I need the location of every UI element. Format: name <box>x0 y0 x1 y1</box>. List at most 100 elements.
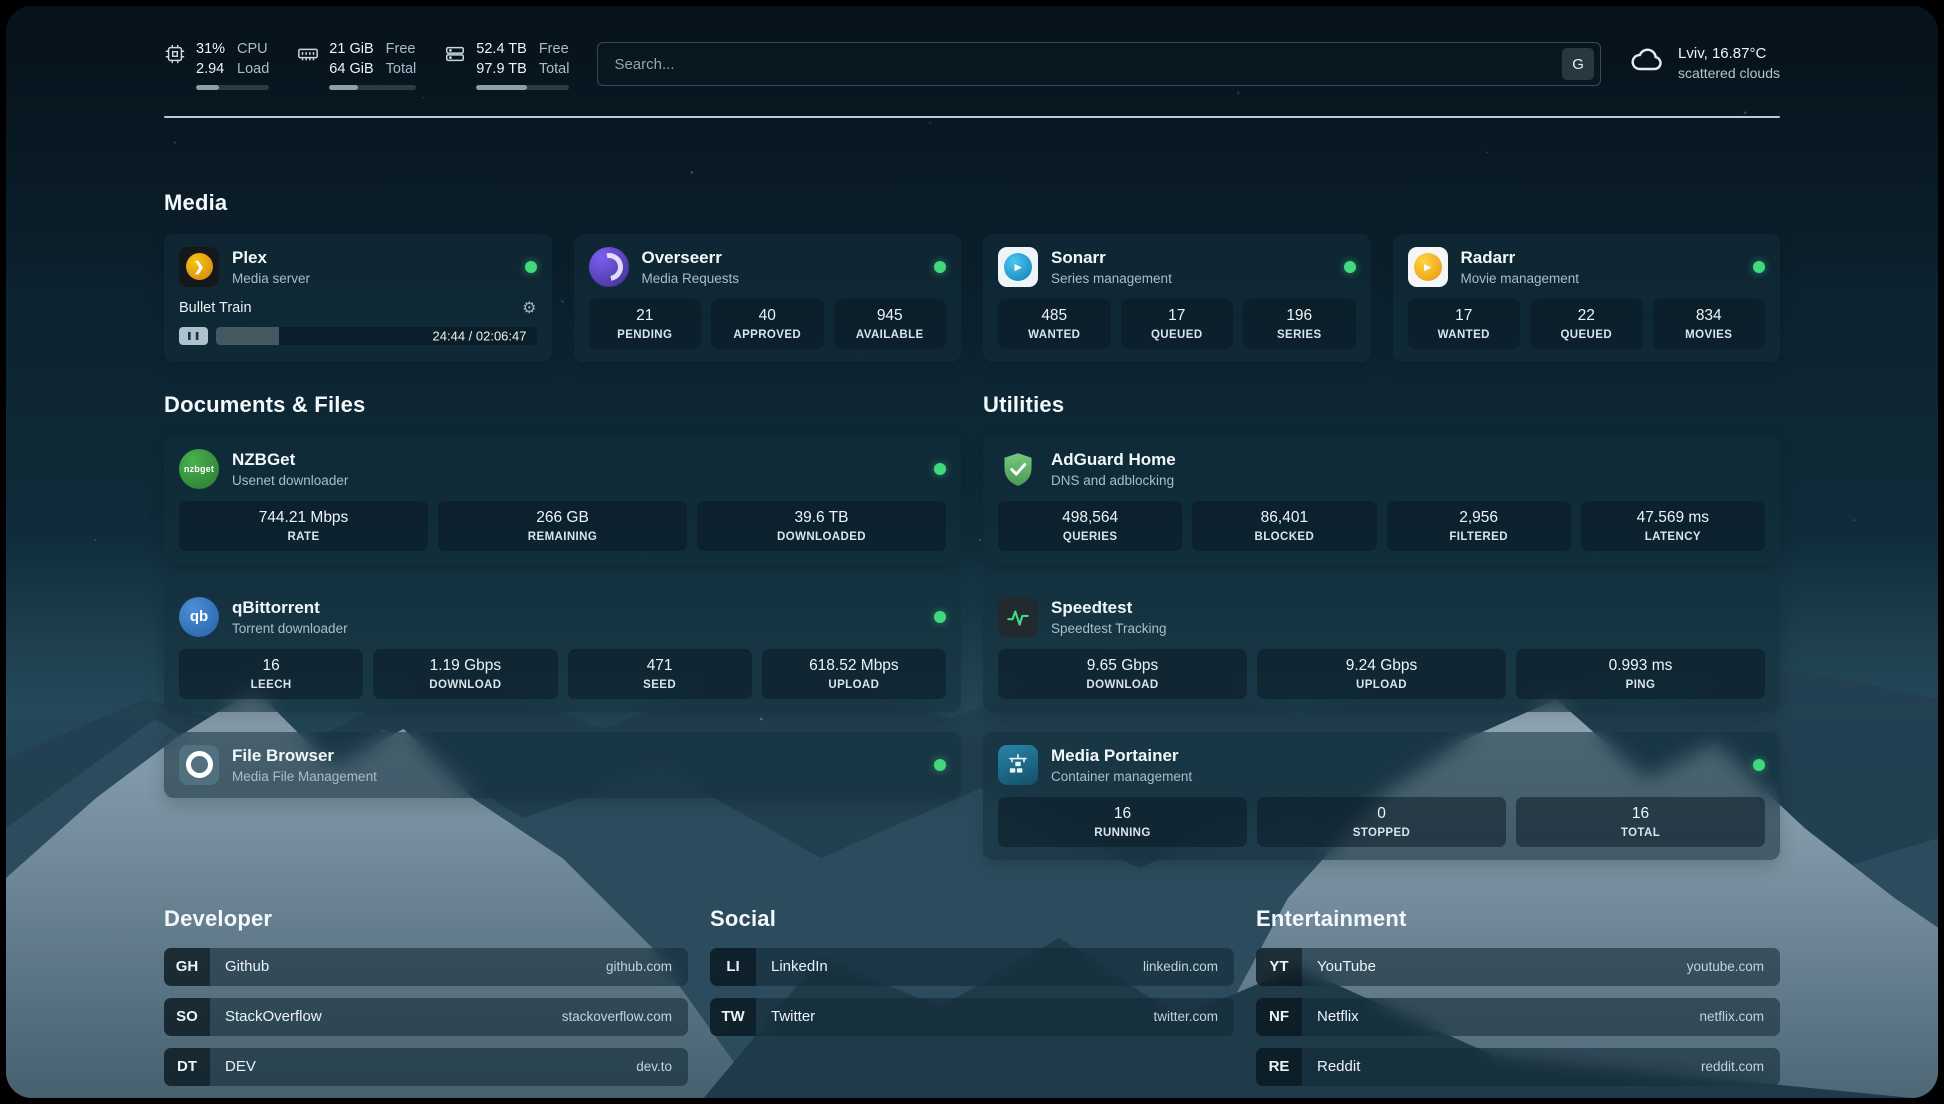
now-playing-title: Bullet Train <box>179 300 252 316</box>
stat-wanted: 17 WANTED <box>1408 299 1521 349</box>
bookmark-abbr: YT <box>1256 948 1302 986</box>
service-name: Speedtest <box>1051 598 1167 618</box>
disk-icon <box>444 43 466 70</box>
bookmark-netflix[interactable]: NF Netflix netflix.com <box>1256 998 1780 1036</box>
service-name: NZBGet <box>232 450 348 470</box>
service-card-plex[interactable]: ❯ Plex Media server Bullet Train ⚙ ❚❚ <box>164 234 552 362</box>
entertainment-column: Entertainment YT YouTube youtube.com NF … <box>1256 906 1780 1086</box>
bookmark-name: Reddit <box>1317 1058 1360 1075</box>
memory-icon <box>297 43 319 70</box>
service-card-speedtest[interactable]: Speedtest Speedtest Tracking 9.65 Gbps D… <box>983 584 1780 712</box>
stat-rate: 744.21 Mbps RATE <box>179 501 428 551</box>
service-card-portainer[interactable]: Media Portainer Container management 16 … <box>983 732 1780 860</box>
service-subtitle: Media File Management <box>232 769 377 784</box>
service-card-filebrowser[interactable]: File Browser Media File Management <box>164 732 961 798</box>
bookmark-youtube[interactable]: YT YouTube youtube.com <box>1256 948 1780 986</box>
service-card-adguard[interactable]: AdGuard Home DNS and adblocking 498,564 … <box>983 436 1780 564</box>
cpu-usage-value: 31% <box>196 40 225 59</box>
service-name: Overseerr <box>642 248 740 268</box>
dashboard-screen: 31% CPU 2.94 Load <box>6 6 1938 1098</box>
bookmark-url: twitter.com <box>1153 1009 1218 1024</box>
service-card-overseerr[interactable]: Overseerr Media Requests 21 PENDING 40 A… <box>574 234 962 362</box>
section-title-documents: Documents & Files <box>164 392 961 418</box>
stat-seed: 471 SEED <box>568 649 752 699</box>
bookmark-stackoverflow[interactable]: SO StackOverflow stackoverflow.com <box>164 998 688 1036</box>
service-card-qbittorrent[interactable]: qb qBittorrent Torrent downloader 16 <box>164 584 961 712</box>
stat-total: 16 TOTAL <box>1516 797 1765 847</box>
adguard-icon <box>998 449 1038 489</box>
service-subtitle: Container management <box>1051 769 1192 784</box>
bookmark-url: reddit.com <box>1701 1059 1764 1074</box>
service-subtitle: Speedtest Tracking <box>1051 621 1167 636</box>
filebrowser-icon <box>179 745 219 785</box>
service-subtitle: Torrent downloader <box>232 621 348 636</box>
stat-approved: 40 APPROVED <box>711 299 824 349</box>
service-name: Plex <box>232 248 310 268</box>
status-dot <box>1753 261 1765 273</box>
service-name: File Browser <box>232 746 377 766</box>
portainer-icon <box>998 745 1038 785</box>
service-name: qBittorrent <box>232 598 348 618</box>
documents-column: Documents & Files nzbget NZBGet Usenet d… <box>164 392 961 860</box>
service-name: Media Portainer <box>1051 746 1192 766</box>
stat-upload: 618.52 Mbps UPLOAD <box>762 649 946 699</box>
service-subtitle: Movie management <box>1461 271 1580 286</box>
status-dot <box>934 611 946 623</box>
search-provider-button[interactable]: G <box>1562 48 1594 80</box>
bookmark-name: Github <box>225 958 269 975</box>
service-card-nzbget[interactable]: nzbget NZBGet Usenet downloader 744.21 M… <box>164 436 961 564</box>
status-dot <box>934 759 946 771</box>
pause-button[interactable]: ❚❚ <box>179 327 208 345</box>
cpu-load-label: Load <box>237 60 269 79</box>
search-input[interactable] <box>612 55 1562 74</box>
weather-condition: scattered clouds <box>1678 65 1780 81</box>
service-card-radarr[interactable]: ▸ Radarr Movie management 17 WANTED 22 <box>1393 234 1781 362</box>
stat-download: 1.19 Gbps DOWNLOAD <box>373 649 557 699</box>
stat-running: 16 RUNNING <box>998 797 1247 847</box>
gear-icon[interactable]: ⚙ <box>522 298 536 318</box>
sonarr-icon: ▸ <box>998 247 1038 287</box>
bookmark-abbr: RE <box>1256 1048 1302 1086</box>
service-card-sonarr[interactable]: ▸ Sonarr Series management 485 WANTED 17 <box>983 234 1371 362</box>
stat-ping: 0.993 ms PING <box>1516 649 1765 699</box>
cloud-icon <box>1629 42 1665 83</box>
stat-download: 9.65 Gbps DOWNLOAD <box>998 649 1247 699</box>
cpu-label: CPU <box>237 40 269 59</box>
section-title-entertainment: Entertainment <box>1256 906 1780 932</box>
weather-widget: Lviv, 16.87°C scattered clouds <box>1629 42 1780 83</box>
weather-location: Lviv, 16.87°C <box>1678 45 1780 62</box>
cpu-progress-bar <box>196 85 269 90</box>
status-dot <box>1753 759 1765 771</box>
radarr-icon: ▸ <box>1408 247 1448 287</box>
bookmark-github[interactable]: GH Github github.com <box>164 948 688 986</box>
stat-leech: 16 LEECH <box>179 649 363 699</box>
developer-column: Developer GH Github github.com SO StackO… <box>164 906 688 1086</box>
stat-series: 196 SERIES <box>1243 299 1356 349</box>
stat-latency: 47.569 ms LATENCY <box>1581 501 1765 551</box>
bookmark-name: LinkedIn <box>771 958 828 975</box>
status-dot <box>934 261 946 273</box>
disk-total-value: 97.9 TB <box>476 60 527 79</box>
bookmark-name: YouTube <box>1317 958 1376 975</box>
playback-progress-bar[interactable]: 24:44 / 02:06:47 <box>216 327 536 345</box>
bookmark-linkedin[interactable]: LI LinkedIn linkedin.com <box>710 948 1234 986</box>
bookmark-twitter[interactable]: TW Twitter twitter.com <box>710 998 1234 1036</box>
bookmark-url: github.com <box>606 959 672 974</box>
stat-filtered: 2,956 FILTERED <box>1387 501 1571 551</box>
memory-free-label: Free <box>386 40 417 59</box>
speedtest-icon <box>998 597 1038 637</box>
disk-free-value: 52.4 TB <box>476 40 527 59</box>
section-title-social: Social <box>710 906 1234 932</box>
memory-total-value: 64 GiB <box>329 60 373 79</box>
memory-widget: 21 GiB Free 64 GiB Total <box>297 40 416 90</box>
qbittorrent-icon: qb <box>179 597 219 637</box>
bookmark-dev[interactable]: DT DEV dev.to <box>164 1048 688 1086</box>
bookmark-abbr: NF <box>1256 998 1302 1036</box>
stat-downloaded: 39.6 TB DOWNLOADED <box>697 501 946 551</box>
bookmark-reddit[interactable]: RE Reddit reddit.com <box>1256 1048 1780 1086</box>
cpu-load-value: 2.94 <box>196 60 225 79</box>
search-bar[interactable]: G <box>597 42 1601 86</box>
status-dot <box>934 463 946 475</box>
service-subtitle: Series management <box>1051 271 1172 286</box>
bookmark-abbr: SO <box>164 998 210 1036</box>
